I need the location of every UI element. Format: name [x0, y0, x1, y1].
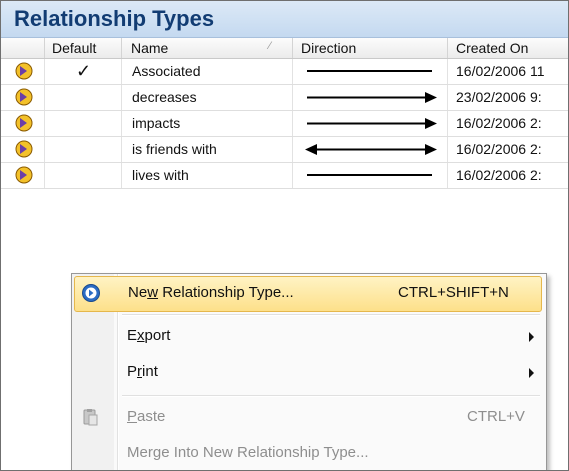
sort-indicator-icon: ⁄ [269, 40, 271, 52]
menu-item-paste[interactable]: Paste CTRL+V [74, 401, 542, 435]
table-row[interactable]: is friends with 16/02/2006 2: [1, 137, 568, 163]
direction-arrow-both-icon [305, 144, 437, 155]
shortcut-paste: CTRL+V [467, 408, 525, 425]
menu-item-new-relationship-type[interactable]: New Relationship Type... CTRL+SHIFT+N [74, 276, 542, 312]
relationship-type-icon [15, 62, 33, 80]
cell-created-on: 23/02/2006 9: [456, 89, 542, 105]
column-header-name[interactable]: Name [131, 40, 168, 56]
relationship-type-icon [15, 140, 33, 158]
direction-line-icon [307, 70, 432, 72]
relationship-types-window: Relationship Types Default Name ⁄ Direct… [0, 0, 569, 471]
menu-item-merge[interactable]: Merge Into New Relationship Type... [74, 437, 542, 470]
submenu-arrow-icon [529, 368, 534, 378]
cell-name: decreases [132, 89, 197, 105]
menu-item-export[interactable]: Export [74, 320, 542, 354]
shortcut-new: CTRL+SHIFT+N [398, 284, 509, 301]
table-row[interactable]: lives with 16/02/2006 2: [1, 163, 568, 189]
new-item-icon [82, 284, 100, 302]
column-header-direction[interactable]: Direction [301, 40, 356, 56]
header-separator[interactable] [44, 38, 45, 58]
column-header-created-on[interactable]: Created On [456, 40, 528, 56]
header-separator[interactable] [121, 38, 122, 58]
relationship-type-icon [15, 114, 33, 132]
cell-name: impacts [132, 115, 181, 131]
default-check-icon: ✓ [76, 61, 92, 81]
cell-name: is friends with [132, 141, 217, 157]
context-menu: New Relationship Type... CTRL+SHIFT+N Ex… [71, 273, 547, 470]
direction-arrow-forward-icon [307, 92, 437, 103]
cell-name: lives with [132, 167, 189, 183]
cell-created-on: 16/02/2006 2: [456, 115, 542, 131]
cell-created-on: 16/02/2006 2: [456, 167, 542, 183]
relationship-type-icon [15, 88, 33, 106]
cell-name: Associated [132, 63, 201, 79]
direction-line-icon [307, 174, 432, 176]
cell-created-on: 16/02/2006 11 [456, 63, 545, 79]
paste-icon [83, 409, 98, 426]
submenu-arrow-icon [529, 332, 534, 342]
panel-title-bar: Relationship Types [1, 1, 568, 38]
panel-title: Relationship Types [14, 6, 215, 31]
direction-arrow-forward-icon [307, 118, 437, 129]
table-row[interactable]: impacts 16/02/2006 2: [1, 111, 568, 137]
relationship-type-icon [15, 166, 33, 184]
column-header-default[interactable]: Default [52, 40, 96, 56]
table-row[interactable]: decreases 23/02/2006 9: [1, 85, 568, 111]
table-row[interactable]: ✓ Associated 16/02/2006 11 [1, 59, 568, 85]
grid-header-row: Default Name ⁄ Direction Created On [1, 38, 568, 59]
header-separator[interactable] [292, 38, 293, 58]
menu-item-print[interactable]: Print [74, 356, 542, 390]
header-separator[interactable] [447, 38, 448, 58]
cell-created-on: 16/02/2006 2: [456, 141, 542, 157]
